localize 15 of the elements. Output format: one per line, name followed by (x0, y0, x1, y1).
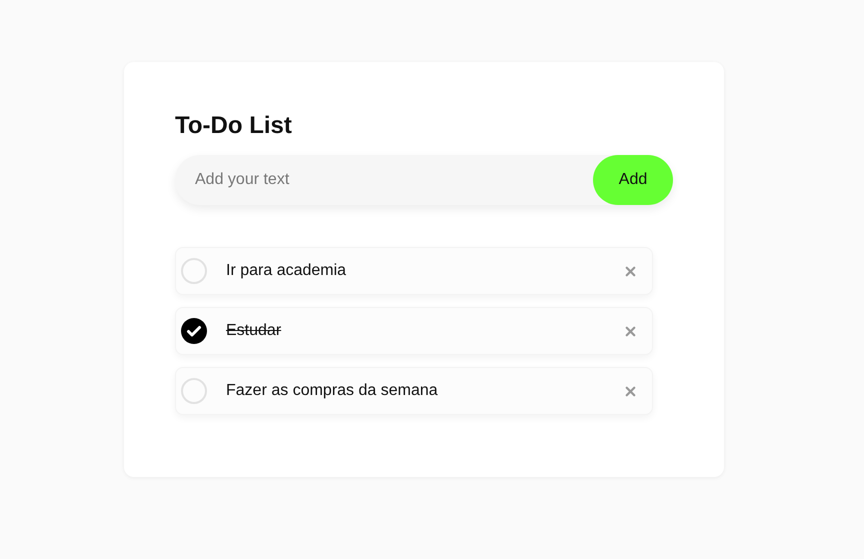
task-item[interactable]: Estudar (175, 307, 653, 355)
task-input-field[interactable]: Add your text Add (175, 155, 673, 205)
checkbox[interactable] (181, 318, 207, 344)
checkbox[interactable] (181, 258, 207, 284)
add-button[interactable]: Add (593, 155, 673, 205)
checkbox[interactable] (181, 378, 207, 404)
task-text: Ir para academia (226, 261, 346, 281)
task-text: Fazer as compras da semana (226, 381, 438, 401)
close-icon[interactable] (623, 384, 638, 398)
task-item[interactable]: Fazer as compras da semana (175, 367, 653, 415)
close-icon[interactable] (623, 264, 638, 278)
list-title: To-Do List (175, 111, 292, 141)
close-icon[interactable] (623, 324, 638, 338)
task-text: Estudar (226, 321, 282, 341)
task-item[interactable]: Ir para academia (175, 247, 653, 295)
